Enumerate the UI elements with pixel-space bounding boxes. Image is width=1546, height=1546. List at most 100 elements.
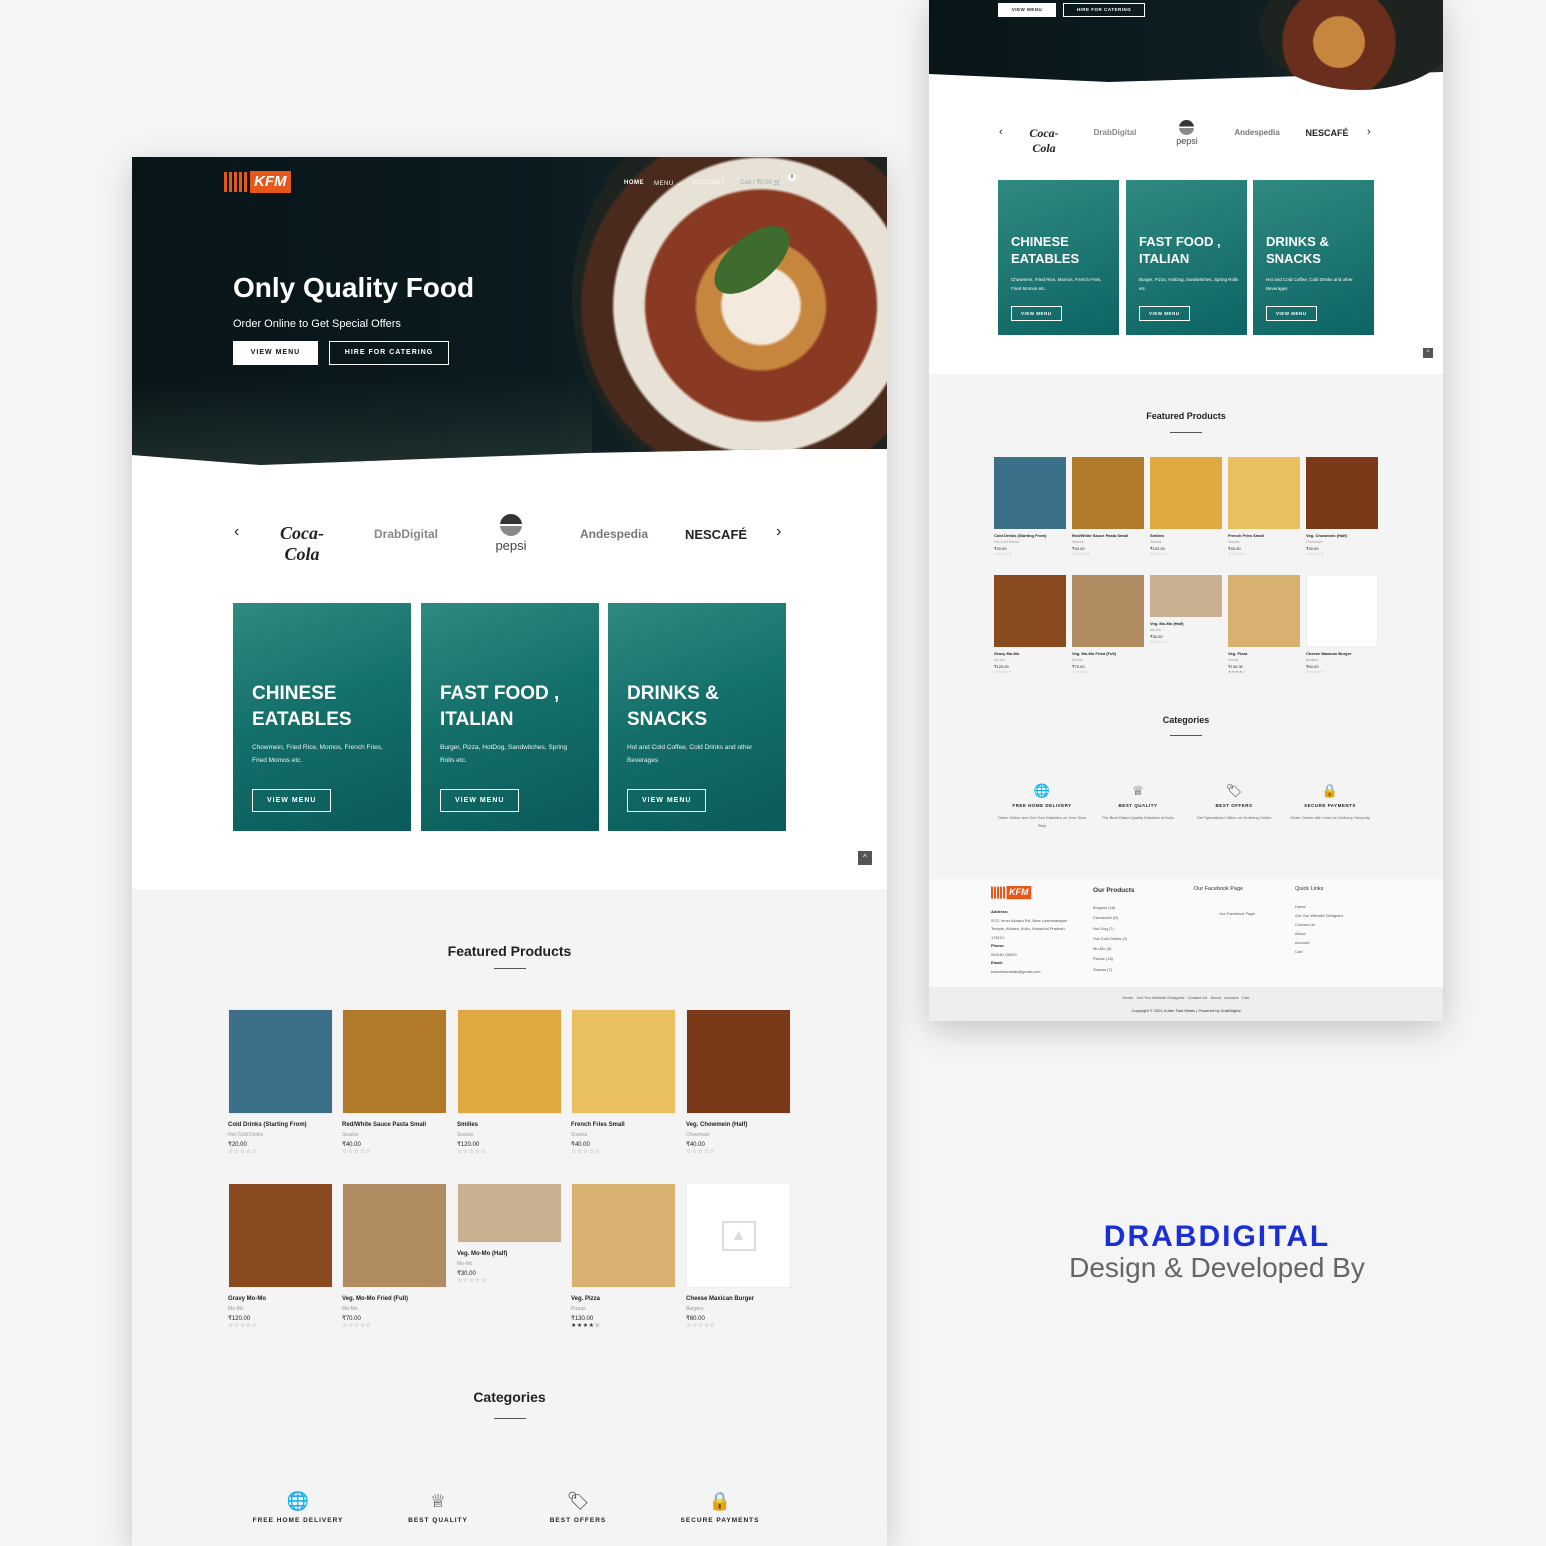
nav-account[interactable]: ACCOUNT	[692, 180, 725, 186]
side-view-menu-button[interactable]: VIEW MENU	[998, 3, 1056, 17]
footer-quick-link[interactable]: Home	[1295, 902, 1343, 911]
side-product-card[interactable]: Cheese Maxican Burger Burgers ₹60.00 ☆☆☆☆☆	[1306, 575, 1378, 675]
product-image[interactable]	[1150, 457, 1222, 529]
product-card[interactable]: Veg. Mo-Mo Fried (Full) Mo-Mo ₹70.00 ☆☆☆☆☆	[342, 1183, 447, 1330]
hire-catering-button[interactable]: HIRE FOR CATERING	[329, 341, 449, 365]
category-view-menu-button[interactable]: VIEW MENU	[252, 789, 332, 812]
side-product-card[interactable]: French Fries Small Snacks ₹40.00 ☆☆☆☆☆	[1228, 457, 1300, 557]
product-card[interactable]: ▲ Cheese Maxican Burger Burgers ₹60.00 ☆☆☆☆☆	[686, 1183, 791, 1330]
product-name[interactable]: French Fries Small	[571, 1122, 676, 1128]
nav-home[interactable]: HOME	[624, 180, 644, 186]
nav-menu[interactable]: MENU ⌄	[654, 180, 681, 187]
product-image[interactable]	[1072, 575, 1144, 647]
product-card[interactable]: French Fries Small Snacks ₹40.00 ☆☆☆☆☆	[571, 1009, 676, 1156]
product-image[interactable]: ▲	[686, 1183, 791, 1288]
view-menu-button[interactable]: VIEW MENU	[233, 341, 318, 365]
product-name[interactable]: Veg. Chowmein (Half)	[1306, 533, 1378, 538]
site-logo[interactable]: KFM	[224, 171, 291, 193]
product-name[interactable]: Cold Drinks (Starting From)	[994, 533, 1066, 538]
footer-fb-link[interactable]: Our Facebook Page	[1219, 910, 1255, 919]
product-card[interactable]: Cold Drinks (Starting From) Hot-Cold Drin…	[228, 1009, 333, 1156]
product-image[interactable]	[571, 1009, 676, 1114]
product-image[interactable]	[342, 1183, 447, 1288]
footer-product-link[interactable]: Hot Dog (7)	[1093, 924, 1127, 934]
product-image[interactable]	[1228, 457, 1300, 529]
footer-product-link[interactable]: Chowmein (6)	[1093, 913, 1127, 923]
product-image[interactable]	[228, 1183, 333, 1288]
product-name[interactable]: Veg. Mo-Mo Fried (Full)	[1072, 651, 1144, 656]
category-view-menu-button[interactable]: VIEW MENU	[627, 789, 707, 812]
footer-product-link[interactable]: Hot-Cold Drinks (2)	[1093, 934, 1127, 944]
carousel-next-icon[interactable]: ›	[776, 523, 781, 541]
product-name[interactable]: Red/White Sauce Pasta Small	[342, 1122, 447, 1128]
category-card-drinks[interactable]: DRINKS & SNACKS Hot and Cold Coffee, Col…	[608, 603, 786, 831]
product-name[interactable]: Veg. Pizza	[571, 1296, 676, 1302]
product-card[interactable]: Red/White Sauce Pasta Small Snacks ₹40.00 ☆…	[342, 1009, 447, 1156]
product-name[interactable]: Cheese Maxican Burger	[686, 1296, 791, 1302]
side-product-card[interactable]: Cold Drinks (Starting From) Hot-Cold Drin…	[994, 457, 1066, 557]
product-name[interactable]: Gravy Mo-Mo	[228, 1296, 333, 1302]
side-carousel-prev-icon[interactable]: ‹	[999, 126, 1003, 138]
footer-product-link[interactable]: Snacks (7)	[1093, 965, 1127, 975]
category-card-chinese[interactable]: CHINESE EATABLES Chowmein, Fried Rice, M…	[233, 603, 411, 831]
product-name[interactable]: Smilies	[457, 1122, 562, 1128]
side-product-card[interactable]: Veg. Mo-Mo Fried (Full) Mo-Mo ₹70.00 ☆☆☆☆☆	[1072, 575, 1144, 675]
product-image[interactable]	[571, 1183, 676, 1288]
product-image[interactable]	[228, 1009, 333, 1114]
product-card[interactable]: Veg. Chowmein (Half) Chowmain ₹40.00 ☆☆☆☆☆	[686, 1009, 791, 1156]
product-card[interactable]: Gravy Mo-Mo Mo-Mo ₹120.00 ☆☆☆☆☆	[228, 1183, 333, 1330]
footer-quick-link[interactable]: About	[1295, 929, 1343, 938]
side-category-chinese[interactable]: CHINESE EATABLES Chowmein, Fried Rice, M…	[998, 180, 1119, 335]
product-name[interactable]: Veg. Pizza	[1228, 651, 1300, 656]
product-image[interactable]	[457, 1183, 562, 1243]
product-card[interactable]: Veg. Mo-Mo (Half) Mo-Mo ₹30.00 ☆☆☆☆☆	[457, 1183, 562, 1285]
product-image[interactable]	[686, 1009, 791, 1114]
product-name[interactable]: Smilies	[1150, 533, 1222, 538]
side-product-card[interactable]: Gravy Mo-Mo Mo-Mo ₹120.00 ☆☆☆☆☆	[994, 575, 1066, 675]
side-hire-button[interactable]: HIRE FOR CATERING	[1063, 3, 1145, 17]
product-image[interactable]	[1228, 575, 1300, 647]
product-name[interactable]: Cheese Maxican Burger	[1306, 651, 1378, 656]
side-category-drinks[interactable]: DRINKS & SNACKS Hot and Cold Coffee, Col…	[1253, 180, 1374, 335]
product-name[interactable]: French Fries Small	[1228, 533, 1300, 538]
side-product-card[interactable]: Veg. Pizza Pizzas ₹130.00 ★★★★☆	[1228, 575, 1300, 675]
product-name[interactable]: Cold Drinks (Starting From)	[228, 1122, 333, 1128]
product-name[interactable]: Veg. Mo-Mo (Half)	[457, 1251, 562, 1257]
product-image[interactable]	[1306, 457, 1378, 529]
product-name[interactable]: Veg. Chowmein (Half)	[686, 1122, 791, 1128]
side-product-card[interactable]: Veg. Mo-Mo (Half) Mo-Mo ₹30.00 ☆☆☆☆☆	[1150, 575, 1222, 645]
side-category-button[interactable]: VIEW MENU	[1266, 306, 1317, 321]
side-category-fastfood[interactable]: FAST FOOD , ITALIAN Burger, Pizza, HotDo…	[1126, 180, 1247, 335]
side-product-card[interactable]: Red/White Sauce Pasta Small Snacks ₹40.00 ☆…	[1072, 457, 1144, 557]
product-name[interactable]: Gravy Mo-Mo	[994, 651, 1066, 656]
footer-logo[interactable]: KFM	[991, 886, 1031, 900]
product-name[interactable]: Veg. Mo-Mo (Half)	[1150, 621, 1222, 626]
product-image[interactable]	[1150, 575, 1222, 617]
product-image[interactable]	[994, 575, 1066, 647]
product-image[interactable]	[1072, 457, 1144, 529]
side-scroll-top-button[interactable]: ^	[1423, 348, 1433, 358]
product-image[interactable]	[342, 1009, 447, 1114]
product-card[interactable]: Veg. Pizza Pizzas ₹130.00 ★★★★☆	[571, 1183, 676, 1330]
carousel-prev-icon[interactable]: ‹	[234, 523, 239, 541]
side-product-card[interactable]: Veg. Chowmein (Half) Chowmain ₹40.00 ☆☆☆☆☆	[1306, 457, 1378, 557]
footer-quick-link[interactable]: Cart	[1295, 947, 1343, 956]
product-card[interactable]: Smilies Snacks ₹120.00 ☆☆☆☆☆	[457, 1009, 562, 1156]
footer-product-link[interactable]: Mo-Mo (6)	[1093, 944, 1127, 954]
footer-product-link[interactable]: Burgers (18)	[1093, 903, 1127, 913]
category-view-menu-button[interactable]: VIEW MENU	[440, 789, 520, 812]
nav-cart[interactable]: Cart / ₹0.00 🛒	[740, 179, 781, 186]
footer-quick-link[interactable]: Contact Us	[1295, 920, 1343, 929]
product-image[interactable]	[994, 457, 1066, 529]
side-category-button[interactable]: VIEW MENU	[1139, 306, 1190, 321]
side-carousel-next-icon[interactable]: ›	[1367, 126, 1371, 138]
product-name[interactable]: Red/White Sauce Pasta Small	[1072, 533, 1144, 538]
category-card-fastfood[interactable]: FAST FOOD , ITALIAN Burger, Pizza, HotDo…	[421, 603, 599, 831]
product-image[interactable]	[1306, 575, 1378, 647]
footer-quick-link[interactable]: Get You Website Designed	[1295, 911, 1343, 920]
footer-product-link[interactable]: Pizzas (16)	[1093, 954, 1127, 964]
scroll-top-button[interactable]: ^	[858, 851, 872, 865]
side-product-card[interactable]: Smilies Snacks ₹120.00 ☆☆☆☆☆	[1150, 457, 1222, 557]
footer-quick-link[interactable]: Account	[1295, 938, 1343, 947]
product-image[interactable]	[457, 1009, 562, 1114]
